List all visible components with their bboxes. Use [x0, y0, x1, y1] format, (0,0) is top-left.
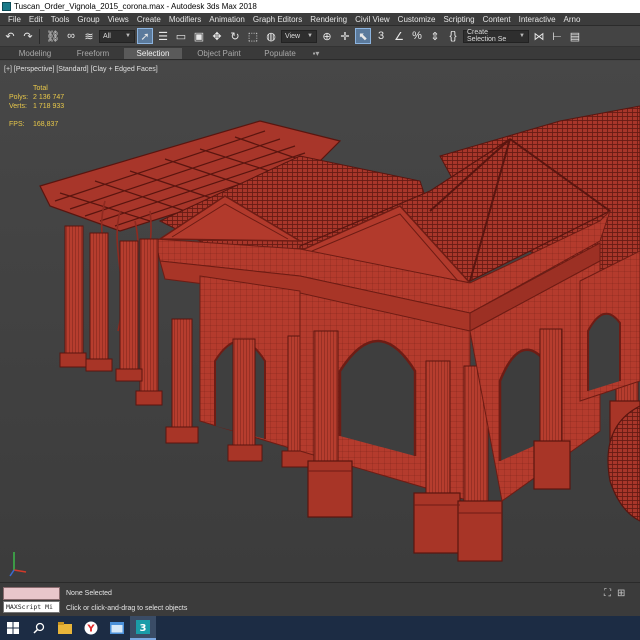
maxscript-listener-mini[interactable] — [3, 587, 60, 600]
verts-label: Verts: — [9, 103, 27, 110]
stats-total-header: Total — [33, 85, 48, 92]
angle-snap-icon[interactable]: ∠ — [391, 28, 407, 44]
mirror-icon[interactable]: ⋈ — [531, 28, 547, 44]
menu-arnold[interactable]: Arno — [556, 15, 581, 24]
selection-filter-value: All — [103, 32, 111, 40]
window-title: Tuscan_Order_Vignola_2015_corona.max - A… — [14, 2, 257, 11]
tab-modeling[interactable]: Modeling — [10, 48, 60, 59]
select-manipulate-icon[interactable]: ✛ — [337, 28, 353, 44]
reference-coord-dropdown[interactable]: View ▼ — [281, 29, 317, 43]
menu-scripting[interactable]: Scripting — [435, 15, 474, 24]
unlink-icon[interactable]: ∞ — [63, 28, 79, 44]
polys-label: Polys: — [9, 94, 29, 101]
windows-taskbar: Y 3 — [0, 616, 640, 640]
menu-customize[interactable]: Customize — [390, 15, 436, 24]
pivot-center-icon[interactable]: ⊕ — [319, 28, 335, 44]
edit-named-selection-icon[interactable]: {} — [445, 28, 461, 44]
windows-start-icon[interactable] — [0, 616, 26, 640]
menu-group[interactable]: Group — [69, 15, 99, 24]
toolbar-separator — [39, 28, 40, 44]
menu-animation[interactable]: Animation — [201, 15, 245, 24]
menu-rendering[interactable]: Rendering — [302, 15, 347, 24]
menu-interactive[interactable]: Interactive — [511, 15, 556, 24]
ribbon-tabs: Modeling Freeform Selection Object Paint… — [0, 47, 640, 60]
status-tools: ⛶ ⊞ — [604, 588, 625, 599]
menu-edit[interactable]: Edit — [21, 15, 43, 24]
axis-tripod-icon — [9, 552, 27, 577]
chevron-down-icon: ▼ — [307, 33, 313, 39]
menu-graph-editors[interactable]: Graph Editors — [245, 15, 302, 24]
chevron-down-icon: ▼ — [519, 33, 525, 39]
menu-tools[interactable]: Tools — [43, 15, 70, 24]
menu-create[interactable]: Create — [129, 15, 161, 24]
ribbon-options-icon[interactable]: ▪▾ — [308, 48, 324, 59]
viewport-label[interactable]: [+] [Perspective] [Standard] [Clay + Edg… — [4, 66, 158, 73]
place-icon[interactable]: ◍ — [263, 28, 279, 44]
reference-coord-value: View — [285, 32, 301, 40]
fps-value: 168,837 — [33, 121, 59, 128]
stats-polys-row: Polys: 2 136 747 — [9, 93, 64, 102]
redo-icon[interactable]: ↷ — [20, 28, 36, 44]
menu-civil-view[interactable]: Civil View — [347, 15, 390, 24]
selection-region-icon[interactable]: ▭ — [173, 28, 189, 44]
title-bar: Tuscan_Order_Vignola_2015_corona.max - A… — [0, 0, 640, 13]
undo-icon[interactable]: ↶ — [2, 28, 18, 44]
layer-explorer-icon[interactable]: ▤ — [567, 28, 583, 44]
app-icon — [2, 2, 11, 11]
verts-value: 1 718 933 — [33, 103, 65, 110]
stats-fps-row: FPS: 168,837 — [9, 120, 64, 129]
menu-views[interactable]: Views — [100, 15, 129, 24]
window-manager-icon[interactable] — [104, 616, 130, 640]
named-selection-dropdown[interactable]: Create Selection Se ▼ — [463, 29, 529, 43]
search-icon[interactable] — [26, 616, 52, 640]
window-crossing-icon[interactable]: ▣ — [191, 28, 207, 44]
snaps-toggle-icon[interactable]: 3 — [373, 28, 389, 44]
selection-filter-dropdown[interactable]: All ▼ — [99, 29, 135, 43]
select-by-name-icon[interactable]: ☰ — [155, 28, 171, 44]
scale-icon[interactable]: ⬚ — [245, 28, 261, 44]
status-bar: MAXScript Mi None Selected Click or clic… — [0, 582, 640, 616]
menu-modifiers[interactable]: Modifiers — [161, 15, 201, 24]
bind-space-warp-icon[interactable]: ≋ — [81, 28, 97, 44]
selection-status: None Selected — [66, 590, 112, 597]
rotate-icon[interactable]: ↻ — [227, 28, 243, 44]
svg-text:Y: Y — [86, 624, 95, 635]
fps-label: FPS: — [9, 121, 25, 128]
tab-object-paint[interactable]: Object Paint — [186, 48, 252, 59]
align-icon[interactable]: ⊢ — [549, 28, 565, 44]
named-selection-value: Create Selection Se — [467, 29, 507, 43]
maxscript-input[interactable]: MAXScript Mi — [3, 601, 60, 613]
file-explorer-icon[interactable] — [52, 616, 78, 640]
3ds-max-icon[interactable]: 3 — [130, 616, 156, 640]
menu-file[interactable]: File — [0, 15, 21, 24]
selection-lock-icon[interactable]: ⊞ — [617, 588, 625, 599]
polys-value: 2 136 747 — [33, 94, 65, 101]
percent-snap-icon[interactable]: % — [409, 28, 425, 44]
menu-bar: File Edit Tools Group Views Create Modif… — [0, 13, 640, 26]
tab-selection[interactable]: Selection — [124, 47, 182, 59]
chevron-down-icon: ▼ — [125, 33, 131, 39]
statistics-overlay: Total Polys: 2 136 747 Verts: 1 718 933 FP… — [9, 84, 64, 129]
yandex-browser-icon[interactable]: Y — [78, 616, 104, 640]
isolate-selection-icon[interactable]: ⛶ — [604, 588, 611, 599]
tab-freeform[interactable]: Freeform — [68, 48, 118, 59]
perspective-viewport[interactable]: [+] [Perspective] [Standard] [Clay + Edg… — [0, 61, 640, 582]
main-toolbar: ↶ ↷ ⛓ ∞ ≋ All ▼ ➚ ☰ ▭ ▣ ✥ ↻ ⬚ ◍ View ▼ ⊕ ✛… — [0, 26, 640, 47]
svg-text:3: 3 — [140, 623, 147, 634]
link-icon[interactable]: ⛓ — [45, 28, 61, 44]
stats-verts-row: Verts: 1 718 933 — [9, 102, 64, 111]
tuscan-order-model — [39, 105, 640, 562]
prompt-line: Click or click-and-drag to select object… — [66, 605, 188, 612]
keyboard-shortcut-override-icon[interactable]: ⬉ — [355, 28, 371, 44]
move-icon[interactable]: ✥ — [209, 28, 225, 44]
tab-populate[interactable]: Populate — [254, 48, 306, 59]
menu-content[interactable]: Content — [475, 15, 511, 24]
select-object-icon[interactable]: ➚ — [137, 28, 153, 44]
spinner-snap-icon[interactable]: ⇕ — [427, 28, 443, 44]
